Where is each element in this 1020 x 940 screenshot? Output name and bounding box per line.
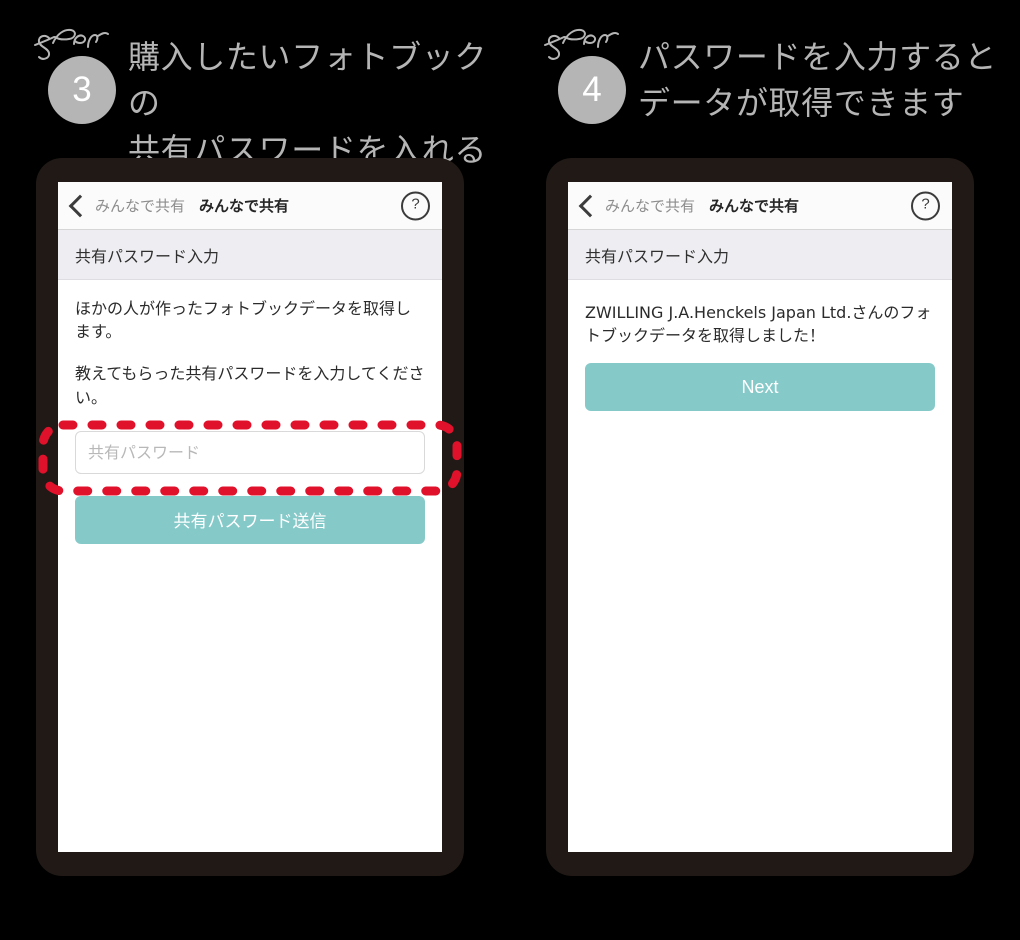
back-button[interactable]: みんなで共有	[578, 194, 696, 217]
next-button[interactable]: Next	[585, 363, 935, 412]
back-button[interactable]: みんなで共有	[68, 194, 186, 217]
step-3-title: 購入したいフォトブックの 共有パスワードを入れる	[128, 38, 488, 169]
submit-password-button[interactable]: 共有パスワード送信	[75, 495, 425, 544]
phone-screen-left: みんなで共有 みんなで共有 ? 共有パスワード入力 ほかの人が作ったフォトブック…	[58, 182, 442, 852]
help-icon[interactable]: ?	[401, 191, 430, 220]
help-icon[interactable]: ?	[911, 191, 940, 220]
phone-mockup-left: みんなで共有 みんなで共有 ? 共有パスワード入力 ほかの人が作ったフォトブック…	[36, 158, 464, 876]
step-4-badge-group: 4	[540, 22, 626, 132]
screen-content-right: ZWILLING J.A.Henckels Japan Ltd.さんのフォトブッ…	[568, 280, 952, 412]
screen-content-left: ほかの人が作ったフォトブックデータを取得します。 教えてもらった共有パスワードを…	[58, 280, 442, 544]
back-button-label: みんなで共有	[95, 197, 186, 215]
description-paragraph-1: ほかの人が作ったフォトブックデータを取得します。	[75, 299, 412, 342]
step-3-badge-group: 3	[30, 22, 116, 132]
back-button-label: みんなで共有	[605, 197, 696, 215]
step-4-title: パスワードを入力すると データが取得できます	[638, 38, 998, 123]
step-3-number-badge: 3	[48, 56, 116, 124]
result-message: ZWILLING J.A.Henckels Japan Ltd.さんのフォトブッ…	[585, 303, 932, 346]
page-title: みんなで共有	[709, 197, 800, 215]
phone-screen-right: みんなで共有 みんなで共有 ? 共有パスワード入力 ZWILLING J.A.H…	[568, 182, 952, 852]
step-4-header: 4 パスワードを入力すると データが取得できます	[540, 22, 1010, 132]
chevron-left-icon	[578, 194, 602, 217]
section-header: 共有パスワード入力	[58, 230, 442, 280]
navigation-bar: みんなで共有 みんなで共有 ?	[568, 182, 952, 230]
step-3-header: 3 購入したいフォトブックの 共有パスワードを入れる	[30, 22, 500, 173]
step-4-number-badge: 4	[558, 56, 626, 124]
phone-mockup-right: みんなで共有 みんなで共有 ? 共有パスワード入力 ZWILLING J.A.H…	[546, 158, 974, 876]
shared-password-input[interactable]	[75, 430, 425, 474]
screenshot-stage: 3 購入したいフォトブックの 共有パスワードを入れる 4 パスワードを入力すると…	[0, 0, 1020, 940]
chevron-left-icon	[68, 194, 92, 217]
navigation-bar: みんなで共有 みんなで共有 ?	[58, 182, 442, 230]
page-title: みんなで共有	[199, 197, 290, 215]
description-paragraph-2: 教えてもらった共有パスワードを入力してください。	[75, 364, 425, 407]
section-header: 共有パスワード入力	[568, 230, 952, 280]
